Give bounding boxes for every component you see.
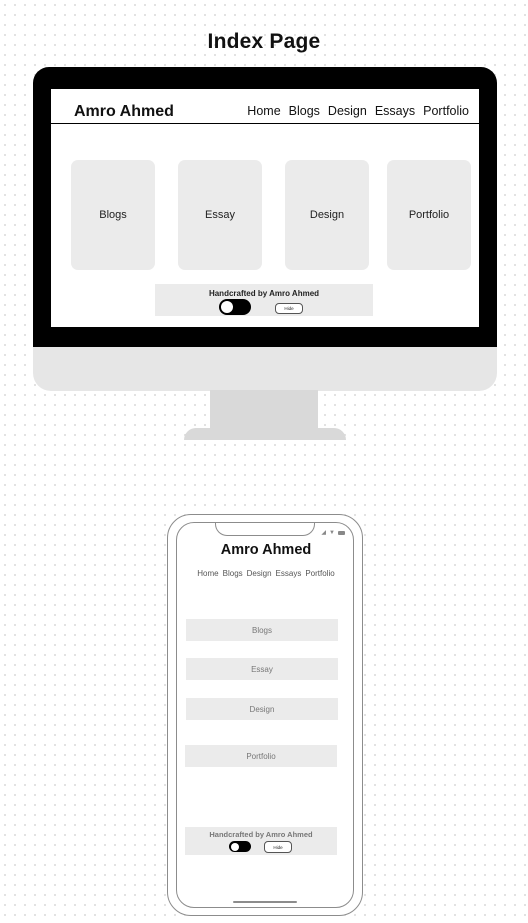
mobile-nav-blogs[interactable]: Blogs bbox=[223, 569, 243, 578]
header-divider bbox=[51, 123, 479, 124]
desktop-card-blogs[interactable]: Blogs bbox=[71, 160, 155, 270]
wifi-icon: ▼ bbox=[329, 529, 335, 536]
phone-notch bbox=[215, 523, 315, 536]
mobile-theme-toggle[interactable] bbox=[229, 841, 251, 852]
desktop-footer-text: Handcrafted by Amro Ahmed bbox=[208, 289, 320, 298]
hide-button[interactable]: Hide bbox=[275, 303, 303, 314]
desktop-monitor-mockup: Amro Ahmed Home Blogs Design Essays Port… bbox=[33, 67, 497, 391]
mobile-nav-home[interactable]: Home bbox=[197, 569, 218, 578]
desktop-card-essay[interactable]: Essay bbox=[178, 160, 262, 270]
desktop-nav-design[interactable]: Design bbox=[328, 104, 367, 118]
monitor-stand-base bbox=[184, 428, 346, 440]
theme-toggle[interactable] bbox=[219, 299, 251, 315]
desktop-nav-home[interactable]: Home bbox=[247, 104, 280, 118]
desktop-card-design[interactable]: Design bbox=[285, 160, 369, 270]
signal-icon: ◢ bbox=[321, 530, 327, 536]
mobile-nav: Home Blogs Design Essays Portfolio bbox=[177, 569, 353, 578]
desktop-nav-portfolio[interactable]: Portfolio bbox=[423, 104, 469, 118]
phone-screen: ◢ ▼ Amro Ahmed Home Blogs Design Essays … bbox=[176, 522, 354, 908]
mobile-nav-essays[interactable]: Essays bbox=[276, 569, 302, 578]
mobile-nav-design[interactable]: Design bbox=[247, 569, 272, 578]
home-indicator bbox=[233, 901, 297, 903]
desktop-nav-blogs[interactable]: Blogs bbox=[289, 104, 320, 118]
battery-icon bbox=[338, 530, 345, 535]
status-bar: ◢ ▼ bbox=[321, 529, 345, 536]
monitor-stand bbox=[210, 390, 318, 432]
desktop-screen: Amro Ahmed Home Blogs Design Essays Port… bbox=[51, 89, 479, 327]
desktop-card-portfolio[interactable]: Portfolio bbox=[387, 160, 471, 270]
mobile-footer: Handcrafted by Amro Ahmed Hide bbox=[185, 827, 337, 855]
desktop-nav-essays[interactable]: Essays bbox=[375, 104, 415, 118]
mobile-item-essay[interactable]: Essay bbox=[186, 658, 338, 680]
desktop-brand[interactable]: Amro Ahmed bbox=[74, 103, 174, 121]
page-title: Index Page bbox=[207, 30, 321, 53]
mobile-toggle-knob bbox=[230, 842, 239, 851]
toggle-knob bbox=[221, 301, 233, 313]
mobile-item-portfolio[interactable]: Portfolio bbox=[185, 745, 337, 767]
monitor-chin bbox=[33, 347, 497, 391]
desktop-footer: Handcrafted by Amro Ahmed Hide bbox=[155, 284, 373, 316]
mobile-nav-portfolio[interactable]: Portfolio bbox=[305, 569, 334, 578]
desktop-nav: Home Blogs Design Essays Portfolio bbox=[247, 104, 469, 118]
mobile-hide-button[interactable]: Hide bbox=[264, 841, 292, 853]
mobile-item-design[interactable]: Design bbox=[186, 698, 338, 720]
mobile-footer-text: Handcrafted by Amro Ahmed bbox=[209, 830, 313, 839]
mobile-brand[interactable]: Amro Ahmed bbox=[177, 542, 353, 558]
mobile-item-blogs[interactable]: Blogs bbox=[186, 619, 338, 641]
